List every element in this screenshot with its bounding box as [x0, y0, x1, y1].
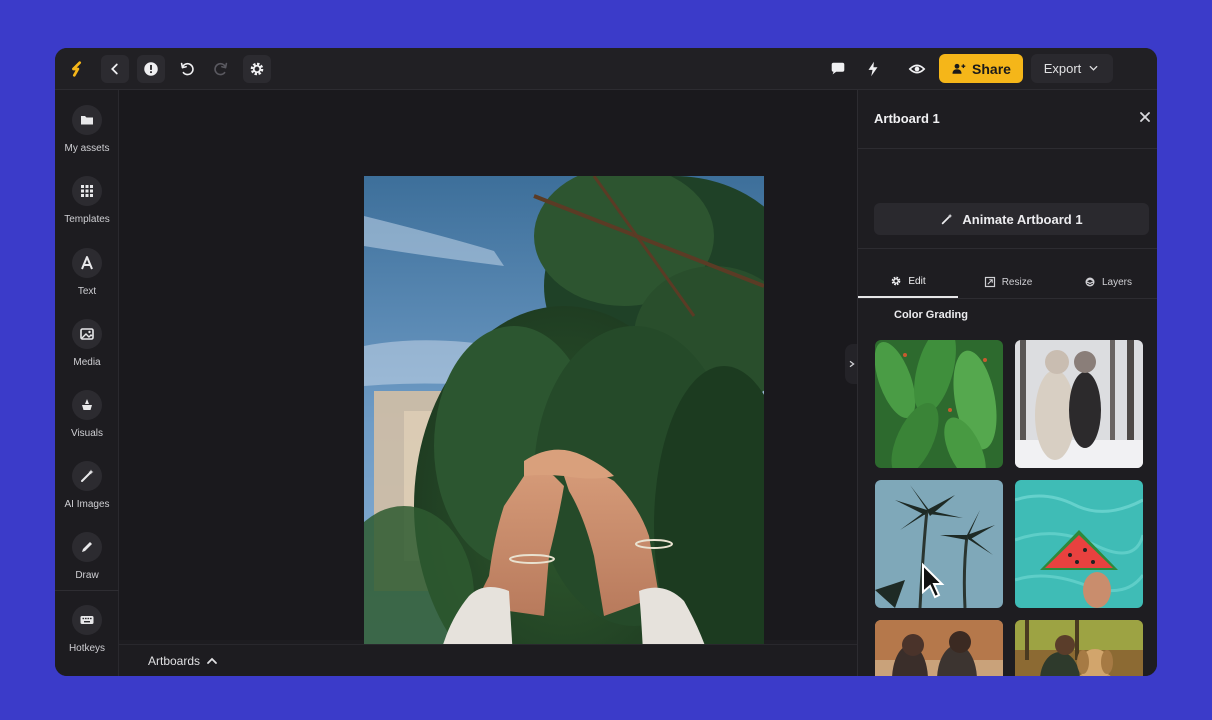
- sidebar-item-draw[interactable]: Draw: [55, 532, 119, 592]
- close-icon[interactable]: [1138, 110, 1152, 124]
- sidebar-item-label: My assets: [64, 143, 110, 154]
- sidebar-item-media[interactable]: Media: [55, 319, 119, 379]
- sidebar-item-label: Visuals: [70, 428, 104, 439]
- pencil-icon: [72, 532, 102, 562]
- tools-sidebar: My assets Templates Text Media Visuals A…: [55, 90, 119, 676]
- chevron-up-icon: [207, 657, 217, 664]
- preset-thumbnail[interactable]: [875, 340, 1003, 468]
- panel-divider: [858, 298, 1157, 299]
- animate-quick-button[interactable]: [859, 55, 887, 83]
- animate-artboard-button[interactable]: Animate Artboard 1: [874, 203, 1149, 235]
- sidebar-item-label: Media: [73, 357, 101, 368]
- sidebar-item-hotkeys[interactable]: Hotkeys: [55, 605, 119, 665]
- back-button[interactable]: [101, 55, 129, 83]
- sidebar-item-visuals[interactable]: Visuals: [55, 390, 119, 450]
- redo-icon: [214, 62, 228, 76]
- editor-window: Share Export My assets Templates Text Me…: [55, 48, 1157, 676]
- tab-label: Resize: [1001, 276, 1033, 288]
- magic-wand-icon: [72, 461, 102, 491]
- shapes-icon: [72, 390, 102, 420]
- redo-button[interactable]: [207, 55, 235, 83]
- share-button[interactable]: Share: [939, 54, 1023, 83]
- preset-thumbnail[interactable]: [1015, 340, 1143, 468]
- comments-button[interactable]: [824, 55, 852, 83]
- gear-icon: [250, 62, 264, 76]
- artboards-toggle[interactable]: Artboards: [148, 654, 218, 668]
- panel-tabs: Edit Resize Layers: [858, 266, 1157, 298]
- chevron-down-icon: [1089, 65, 1098, 71]
- sidebar-item-label: Hotkeys: [68, 643, 106, 654]
- sidebar-item-label: Text: [77, 286, 97, 297]
- add-user-icon: [952, 63, 966, 74]
- export-button[interactable]: Export: [1031, 54, 1113, 83]
- settings-button[interactable]: [243, 55, 271, 83]
- export-label: Export: [1043, 61, 1082, 76]
- sidebar-item-my-assets[interactable]: My assets: [55, 105, 119, 165]
- animate-label: Animate Artboard 1: [962, 211, 1083, 227]
- text-icon: [72, 248, 102, 278]
- sidebar-divider: [55, 590, 119, 591]
- preset-thumbnail[interactable]: [875, 620, 1003, 676]
- grid-icon: [72, 176, 102, 206]
- app-logo-icon[interactable]: [63, 55, 91, 83]
- properties-panel: Artboard 1 Animate Artboard 1 Edit Resiz…: [857, 90, 1157, 676]
- keyboard-icon: [72, 605, 102, 635]
- preset-thumbnail[interactable]: [1015, 620, 1143, 676]
- gear-icon: [892, 276, 901, 286]
- artboards-bar: Artboards: [119, 644, 857, 676]
- sidebar-item-text[interactable]: Text: [55, 248, 119, 308]
- artboards-label: Artboards: [148, 654, 201, 668]
- sidebar-item-templates[interactable]: Templates: [55, 176, 119, 236]
- sidebar-item-label: AI Images: [64, 499, 110, 510]
- chevron-right-icon: [849, 360, 855, 368]
- folder-icon: [72, 105, 102, 135]
- tab-edit[interactable]: Edit: [858, 266, 958, 298]
- section-title: Color Grading: [894, 309, 968, 321]
- magic-wand-icon: [942, 213, 953, 225]
- eye-icon: [908, 64, 926, 74]
- sidebar-item-ai-images[interactable]: AI Images: [55, 461, 119, 521]
- undo-button[interactable]: [173, 55, 201, 83]
- resize-icon: [984, 276, 995, 288]
- sidebar-item-label: Draw: [75, 570, 99, 581]
- tab-resize[interactable]: Resize: [958, 266, 1058, 298]
- undo-icon: [180, 62, 194, 76]
- info-button[interactable]: [137, 55, 165, 83]
- canvas-area[interactable]: [119, 90, 857, 674]
- tab-layers[interactable]: Layers: [1058, 266, 1157, 298]
- top-toolbar: Share Export: [55, 48, 1157, 90]
- preset-thumbnail[interactable]: [875, 480, 1003, 608]
- tab-label: Layers: [1101, 276, 1132, 288]
- preset-thumbnail[interactable]: [1015, 480, 1143, 608]
- share-label: Share: [972, 60, 1011, 77]
- chevron-left-icon: [111, 63, 118, 75]
- tab-label: Edit: [908, 275, 926, 287]
- info-icon: [144, 62, 158, 76]
- sidebar-item-label: Templates: [64, 214, 110, 225]
- artboard-photo[interactable]: [364, 176, 764, 674]
- panel-title: Artboard 1: [874, 111, 940, 126]
- panel-divider: [858, 148, 1157, 149]
- lightning-icon: [868, 61, 878, 77]
- image-icon: [72, 319, 102, 349]
- panel-divider: [858, 248, 1157, 249]
- comment-icon: [831, 62, 845, 75]
- layers-icon: [1085, 277, 1095, 287]
- preview-button[interactable]: [903, 55, 931, 83]
